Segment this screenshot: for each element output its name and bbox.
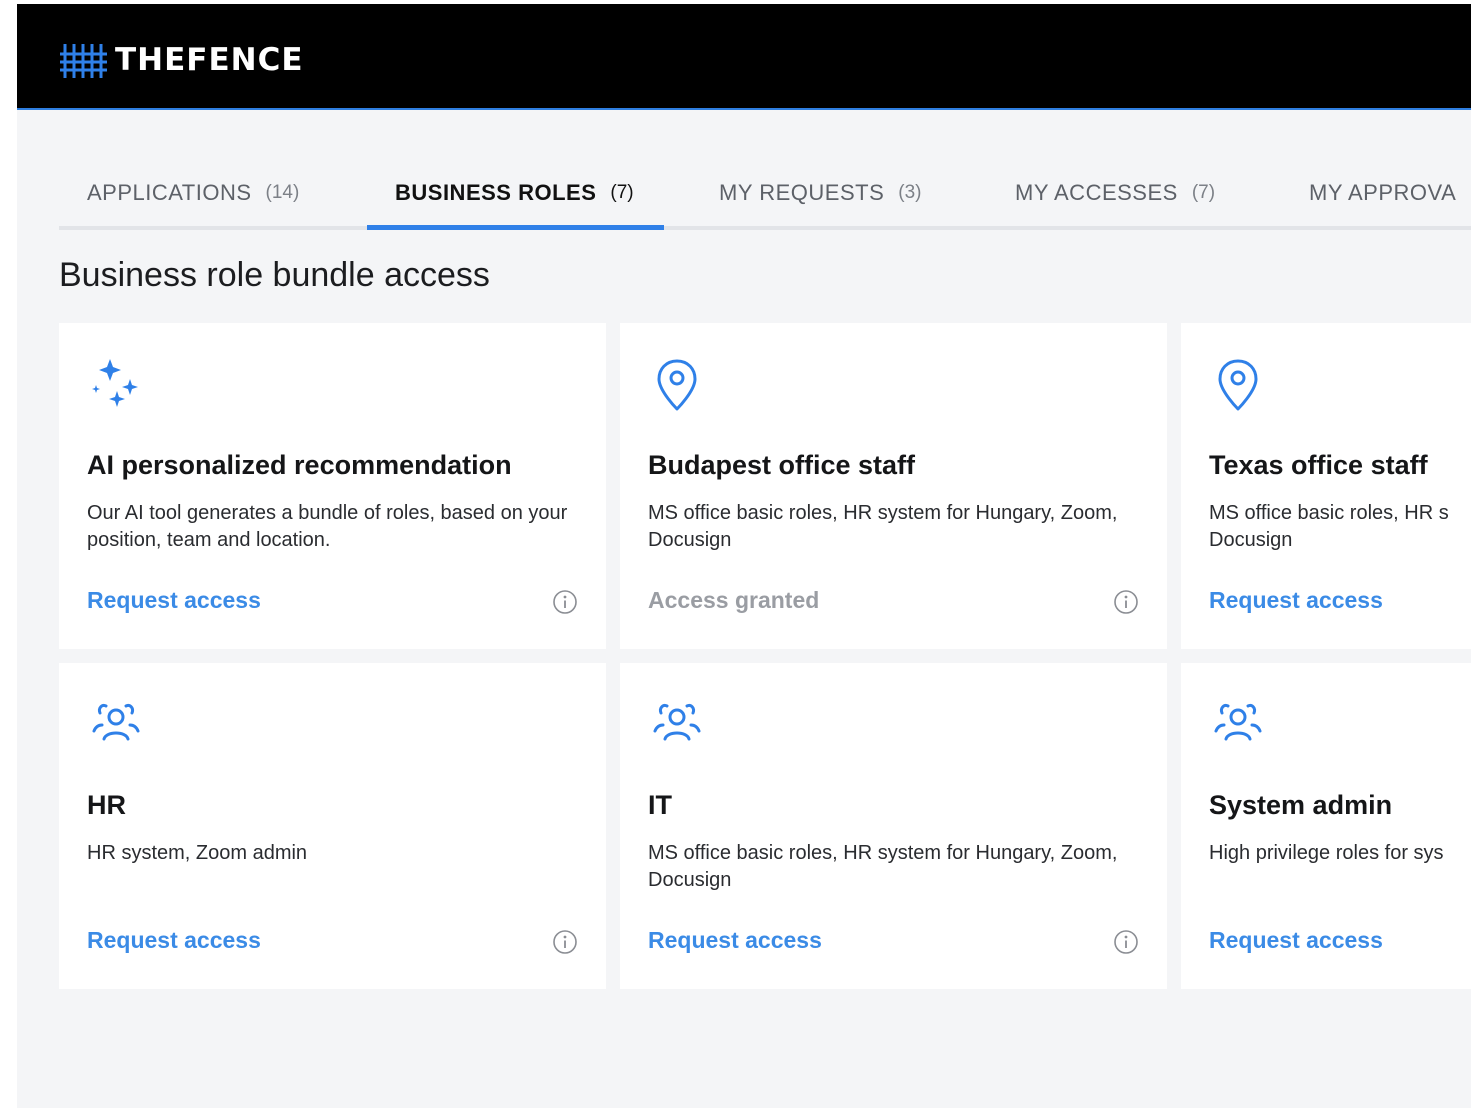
info-icon[interactable] [1113,929,1139,955]
users-group-icon [653,704,701,741]
request-access-link[interactable]: Request access [87,587,261,614]
app-window: THEFENCE APPLICATIONS (14) BUSINESS ROLE… [17,4,1471,1108]
role-card-hr: HR HR system, Zoom admin Request access [59,663,606,989]
users-group-icon [1214,704,1262,741]
card-title: HR [87,790,126,820]
request-access-link[interactable]: Request access [1209,587,1383,614]
tab-count: (14) [265,182,300,203]
users-group-icon [92,704,140,741]
role-card-budapest-office: Budapest office staff MS office basic ro… [620,323,1167,649]
role-card-texas-office: Texas office staff MS office basic roles… [1181,323,1471,649]
request-access-link[interactable]: Request access [87,927,261,954]
business-role-grid: AI personalized recommendation Our AI to… [59,323,1471,993]
request-access-link[interactable]: Request access [648,927,822,954]
role-card-system-admin: System admin High privilege roles for sy… [1181,663,1471,989]
request-access-link[interactable]: Request access [1209,927,1383,954]
brand-name: THEFENCE [115,42,304,78]
tab-label: MY APPROVA [1309,180,1457,205]
card-title: System admin [1209,790,1393,820]
brand-logo[interactable]: THEFENCE [59,40,304,80]
tab-count: (7) [1191,182,1216,203]
tab-my-accesses[interactable]: MY ACCESSES (7) [1015,164,1215,226]
card-description: MS office basic roles, HR s Docusign [1209,502,1449,551]
card-description: HR system, Zoom admin [87,842,308,864]
tab-my-requests[interactable]: MY REQUESTS (3) [719,164,921,226]
tab-label: BUSINESS ROLES [395,180,597,205]
card-title: AI personalized recommendation [87,450,512,480]
map-pin-icon [1218,359,1258,411]
main-tabs: APPLICATIONS (14) BUSINESS ROLES (7) MY … [59,164,1471,230]
card-description: MS office basic roles, HR system for Hun… [648,502,1118,551]
card-description: MS office basic roles, HR system for Hun… [648,842,1118,891]
tab-label: MY ACCESSES [1015,180,1178,205]
section-title: Business role bundle access [59,256,490,294]
top-navigation-bar: THEFENCE [17,4,1471,110]
tab-applications[interactable]: APPLICATIONS (14) [87,164,299,226]
tab-label: APPLICATIONS [87,180,252,205]
role-card-ai-recommendation: AI personalized recommendation Our AI to… [59,323,606,649]
fence-grid-icon [60,44,107,78]
card-description: High privilege roles for sys [1209,842,1444,864]
map-pin-icon [657,359,697,411]
tab-label: MY REQUESTS [719,180,885,205]
info-icon[interactable] [552,589,578,615]
info-icon[interactable] [1113,589,1139,615]
card-title: Budapest office staff [648,450,916,480]
card-title: IT [648,790,672,820]
info-icon[interactable] [552,929,578,955]
sparkles-icon [92,359,138,407]
access-granted-status: Access granted [648,587,820,613]
card-title: Texas office staff [1209,450,1428,480]
tab-my-approvals[interactable]: MY APPROVA [1309,164,1456,226]
role-card-it: IT MS office basic roles, HR system for … [620,663,1167,989]
tab-count: (7) [610,182,634,203]
tab-count: (3) [898,182,922,203]
tab-business-roles[interactable]: BUSINESS ROLES (7) [367,164,664,230]
card-description: Our AI tool generates a bundle of roles,… [87,502,568,551]
